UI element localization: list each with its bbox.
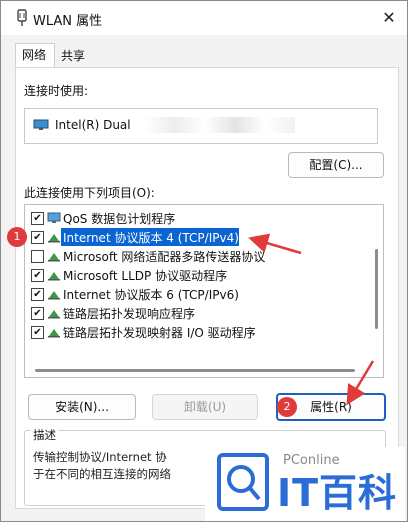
wlan-properties-window: WLAN 属性 ✕ 网络 共享 连接时使用: Intel(R) Dual 配置(… — [0, 0, 408, 522]
pconline-logo-icon — [217, 453, 269, 511]
annotation-arrows — [248, 233, 375, 406]
watermark-en: PConline — [283, 453, 340, 468]
arrow-to-properties — [346, 360, 375, 406]
watermark: PConline IT百科 — [205, 447, 405, 521]
arrow-to-ipv4 — [248, 233, 302, 255]
watermark-cn: IT百科 — [277, 471, 398, 515]
